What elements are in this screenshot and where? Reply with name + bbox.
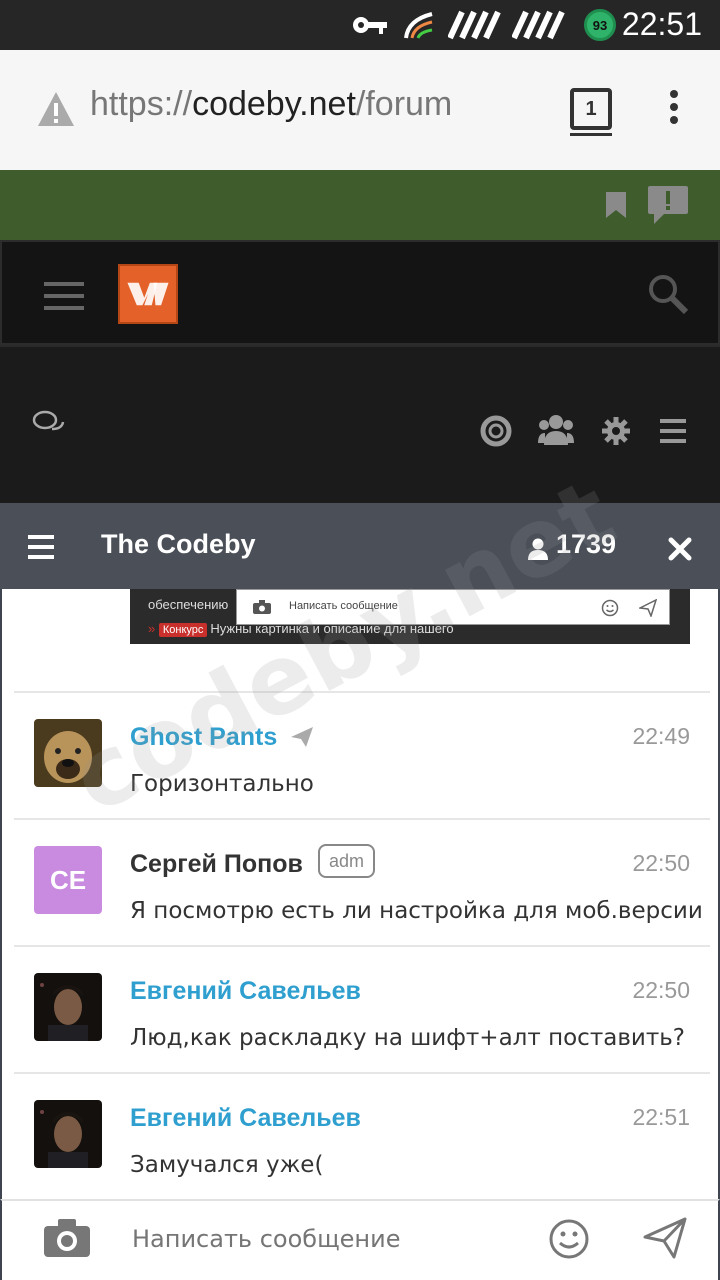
send-icon[interactable] xyxy=(642,1215,688,1261)
chat-header: The Codeby 1739 xyxy=(0,503,720,589)
message-time: 22:50 xyxy=(632,977,690,1003)
send-icon xyxy=(291,727,313,747)
preview-compose: Написать сообщение xyxy=(236,589,670,625)
gear-icon[interactable] xyxy=(602,417,630,445)
warning-icon[interactable] xyxy=(36,90,76,128)
logo[interactable] xyxy=(118,264,178,324)
camera-icon[interactable] xyxy=(44,1219,90,1257)
message-author[interactable]: Евгений Савельев xyxy=(130,977,361,1006)
status-time: 22:51 xyxy=(621,6,702,42)
menu-icon[interactable] xyxy=(44,282,84,318)
tab-switcher-underline xyxy=(570,133,612,136)
camera-icon xyxy=(253,600,271,614)
smiley-icon xyxy=(601,599,619,617)
message-time: 22:49 xyxy=(632,723,690,749)
message-text: Я посмотрю есть ли настройка для моб.вер… xyxy=(130,898,703,924)
compose-bar xyxy=(0,1199,720,1280)
send-icon xyxy=(639,599,657,617)
admin-badge: adm xyxy=(318,844,376,878)
message-text: Люд,как раскладку на шифт+алт поставить? xyxy=(130,1025,685,1051)
message-author[interactable]: Сергей Попов xyxy=(130,850,303,879)
chat-bubbles-icon[interactable] xyxy=(32,409,66,437)
tab-switcher-icon[interactable]: 1 xyxy=(570,88,612,130)
users-icon[interactable] xyxy=(538,413,574,447)
signal-icon xyxy=(512,10,565,40)
message-author[interactable]: Ghost Pants xyxy=(130,723,277,752)
user-icon xyxy=(528,538,548,560)
chat-message: Евгений Савельев 22:50 Люд,как раскладку… xyxy=(14,945,710,1071)
chat-message: Евгений Савельев 22:51 Замучался уже( xyxy=(14,1072,710,1198)
message-time: 22:51 xyxy=(632,1104,690,1130)
url-path: /forum xyxy=(355,85,453,123)
browser-toolbar: https://codeby.net/forum 1 xyxy=(0,50,720,170)
preview-topic: » Конкурс Нужны картинка и описание для н… xyxy=(148,621,454,637)
image-preview[interactable]: обеспечению Написать сообщение » Конкурс… xyxy=(130,589,690,644)
url-domain: codeby.net xyxy=(192,85,356,123)
signal-icon xyxy=(448,10,501,40)
chat-menu-icon[interactable] xyxy=(28,535,54,565)
search-icon[interactable] xyxy=(646,272,690,316)
chat-title: The Codeby xyxy=(101,529,256,559)
overflow-menu-icon[interactable] xyxy=(666,90,682,132)
online-count: 1739 xyxy=(556,529,617,559)
preview-topic-text: Нужны картинка и описание для нашего xyxy=(210,621,454,636)
contest-tag: Конкурс xyxy=(158,623,208,637)
chat-message: Ghost Pants 22:49 Горизонтально xyxy=(14,691,710,817)
site-top-bar xyxy=(0,170,720,240)
alert-message-icon[interactable] xyxy=(646,184,690,226)
message-text: Горизонтально xyxy=(130,771,314,797)
avatar[interactable] xyxy=(34,719,102,787)
key-icon xyxy=(353,17,387,34)
avatar[interactable] xyxy=(34,973,102,1041)
list-icon[interactable] xyxy=(660,419,686,443)
message-input[interactable] xyxy=(132,1225,532,1253)
signal-icon xyxy=(404,12,433,39)
message-time: 22:50 xyxy=(632,850,690,876)
close-icon[interactable] xyxy=(668,537,692,561)
avatar[interactable] xyxy=(34,1100,102,1168)
url-scheme: https:// xyxy=(90,85,193,123)
chat-messages[interactable]: обеспечению Написать сообщение » Конкурс… xyxy=(0,589,720,1199)
preview-placeholder: Написать сообщение xyxy=(289,600,398,612)
address-bar[interactable]: https://codeby.net/forum xyxy=(90,85,452,124)
lifebuoy-icon[interactable] xyxy=(480,415,512,447)
status-bar: 93 22:51 xyxy=(0,0,720,50)
site-header xyxy=(0,240,720,345)
avatar[interactable]: CE xyxy=(34,846,102,914)
battery-icon: 93 xyxy=(584,9,616,41)
preview-line: обеспечению xyxy=(148,597,229,612)
message-text: Замучался уже( xyxy=(130,1152,324,1178)
chat-message: CE Сергей Попов adm 22:50 Я посмотрю ест… xyxy=(14,818,710,944)
bookmark-icon[interactable] xyxy=(606,192,626,218)
site-nav xyxy=(0,345,720,505)
message-author[interactable]: Евгений Савельев xyxy=(130,1104,361,1133)
smiley-icon[interactable] xyxy=(548,1218,590,1260)
